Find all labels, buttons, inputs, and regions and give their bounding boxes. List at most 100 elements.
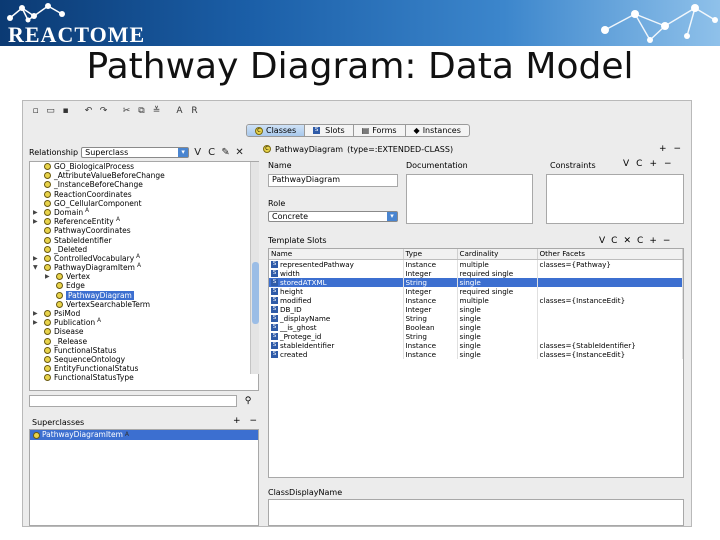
- view-slot-icon[interactable]: V: [599, 236, 605, 246]
- add-superclass-icon[interactable]: +: [233, 416, 241, 426]
- edit-icon[interactable]: ✎: [220, 147, 231, 158]
- slot-card-cell[interactable]: single: [457, 340, 538, 350]
- table-row[interactable]: SstableIdentifier Instance single classes={…: [269, 340, 683, 350]
- slot-type-cell[interactable]: Instance: [403, 340, 458, 350]
- table-row[interactable]: Screated Instance single classes={InstanceE…: [269, 349, 683, 359]
- slot-type-cell[interactable]: String: [403, 313, 458, 323]
- slot-facets-cell[interactable]: [537, 331, 683, 341]
- collapsed-arrow-icon[interactable]: ▶: [33, 318, 38, 327]
- slot-type-cell[interactable]: Integer: [403, 304, 458, 314]
- slot-type-cell[interactable]: Instance: [403, 259, 458, 269]
- slot-card-cell[interactable]: single: [457, 304, 538, 314]
- tree-item[interactable]: ReactionCoordinates: [30, 190, 258, 199]
- cut-icon[interactable]: ✂: [120, 105, 133, 118]
- create-constraint-icon[interactable]: C: [636, 159, 642, 169]
- tree-item[interactable]: ▼ PathwayDiagramItem A: [30, 262, 258, 272]
- a-icon[interactable]: A: [173, 105, 186, 118]
- superclasses-list[interactable]: PathwayDiagramItem A: [29, 429, 259, 526]
- slot-facets-cell[interactable]: [537, 304, 683, 314]
- slot-card-cell[interactable]: single: [457, 349, 538, 359]
- delete-icon[interactable]: ✕: [234, 147, 245, 158]
- collapsed-arrow-icon[interactable]: ▶: [33, 208, 38, 217]
- v-icon[interactable]: V: [192, 147, 203, 158]
- override-slot-icon[interactable]: ✕: [623, 236, 631, 246]
- table-row[interactable]: S DB_ID Integer single: [269, 304, 683, 314]
- open-icon[interactable]: ▭: [44, 105, 57, 118]
- remove-slot-icon[interactable]: −: [663, 236, 671, 246]
- tree-item[interactable]: SequenceOntology: [30, 355, 258, 364]
- slot-facets-cell[interactable]: classes={Pathway}: [537, 259, 683, 269]
- slot-type-cell[interactable]: String: [403, 331, 458, 341]
- column-header[interactable]: Type: [403, 249, 458, 260]
- tree-item[interactable]: ▶ ControlledVocabulary A: [30, 253, 258, 263]
- tree-item[interactable]: GO_CellularComponent: [30, 199, 258, 208]
- relationship-select[interactable]: Superclass: [81, 146, 190, 158]
- tree-item[interactable]: VertexSearchableTerm: [30, 300, 258, 309]
- new-icon[interactable]: ▫: [29, 105, 42, 118]
- slot-facets-cell[interactable]: classes={InstanceEdit}: [537, 349, 683, 359]
- slot-type-cell[interactable]: Integer: [403, 286, 458, 296]
- slot-card-cell[interactable]: multiple: [457, 259, 538, 269]
- tree-item[interactable]: Disease: [30, 327, 258, 336]
- slot-facets-cell[interactable]: [537, 286, 683, 296]
- tree-item[interactable]: _Deleted: [30, 245, 258, 254]
- slot-card-cell[interactable]: single: [457, 322, 538, 332]
- tree-item[interactable]: ▶ PsiMod: [30, 309, 258, 318]
- table-row[interactable]: Swidth Integer required single: [269, 268, 683, 278]
- slot-card-cell[interactable]: single: [457, 331, 538, 341]
- slot-card-cell[interactable]: multiple: [457, 295, 538, 305]
- slot-card-cell[interactable]: required single: [457, 286, 538, 296]
- tree-item[interactable]: FunctionalStatus: [30, 346, 258, 355]
- tree-scrollbar[interactable]: [250, 162, 259, 374]
- table-row[interactable]: Smodified Instance multiple classes={Instan…: [269, 295, 683, 305]
- add-constraint-icon[interactable]: +: [649, 159, 657, 169]
- tree-item[interactable]: FunctionalStatusType: [30, 373, 258, 382]
- add-icon[interactable]: +: [659, 144, 667, 154]
- table-row[interactable]: SstoredATXML String single: [269, 277, 683, 287]
- slot-name-cell[interactable]: Sheight: [269, 286, 404, 296]
- tree-item[interactable]: GO_BiologicalProcess: [30, 162, 258, 171]
- class-display-name-field[interactable]: [268, 499, 684, 526]
- tree-item[interactable]: PathwayCoordinates: [30, 226, 258, 235]
- remove-constraint-icon[interactable]: −: [664, 159, 672, 169]
- slot-facets-cell[interactable]: [537, 313, 683, 323]
- slot-card-cell[interactable]: single: [457, 277, 538, 287]
- slot-type-cell[interactable]: String: [403, 277, 458, 287]
- redo-icon[interactable]: ↷: [97, 105, 110, 118]
- class-tree[interactable]: GO_BiologicalProcess _AttributeValueBefor…: [29, 161, 259, 391]
- slot-name-cell[interactable]: SrepresentedPathway: [269, 259, 404, 269]
- slot-type-cell[interactable]: Integer: [403, 268, 458, 278]
- save-icon[interactable]: ▪: [59, 105, 72, 118]
- slot-card-cell[interactable]: required single: [457, 268, 538, 278]
- tree-item[interactable]: StableIdentifier: [30, 236, 258, 245]
- slot-name-cell[interactable]: Smodified: [269, 295, 404, 305]
- slot-name-cell[interactable]: S __is_ghost: [269, 322, 404, 332]
- list-item[interactable]: PathwayDiagramItem A: [30, 430, 258, 440]
- slot-name-cell[interactable]: Screated: [269, 349, 404, 359]
- tab-slots[interactable]: S Slots: [305, 125, 354, 136]
- tree-item[interactable]: ▶ Domain A: [30, 207, 258, 217]
- tree-item[interactable]: ▶ Vertex: [30, 272, 258, 281]
- slot-name-cell[interactable]: SstoredATXML: [269, 277, 404, 287]
- slot-facets-cell[interactable]: [537, 268, 683, 278]
- create-slot-icon[interactable]: C: [611, 236, 617, 246]
- tab-forms[interactable]: ▤ Forms: [354, 125, 406, 136]
- slot-name-cell[interactable]: S _displayName: [269, 313, 404, 323]
- column-header[interactable]: Name: [269, 249, 404, 260]
- undo-icon[interactable]: ↶: [82, 105, 95, 118]
- table-row[interactable]: S __is_ghost Boolean single: [269, 322, 683, 332]
- paste-icon[interactable]: ≚: [150, 105, 163, 118]
- slot-name-cell[interactable]: Swidth: [269, 268, 404, 278]
- v-icon[interactable]: V: [623, 159, 629, 169]
- create-class-icon[interactable]: C: [206, 147, 217, 158]
- template-slots-table[interactable]: Name Type Cardinality Other Facets Srepr…: [268, 248, 684, 478]
- expanded-arrow-icon[interactable]: ▼: [33, 263, 38, 272]
- tree-item[interactable]: _InstanceBeforeChange: [30, 180, 258, 189]
- table-row[interactable]: S _displayName String single: [269, 313, 683, 323]
- tree-item[interactable]: PathwayDiagram: [30, 290, 258, 300]
- tree-item[interactable]: EntityFunctionalStatus: [30, 364, 258, 373]
- role-select[interactable]: Concrete: [268, 211, 398, 222]
- collapsed-arrow-icon[interactable]: ▶: [45, 272, 50, 281]
- slot-facets-cell[interactable]: classes={InstanceEdit}: [537, 295, 683, 305]
- tree-item[interactable]: Edge: [30, 281, 258, 290]
